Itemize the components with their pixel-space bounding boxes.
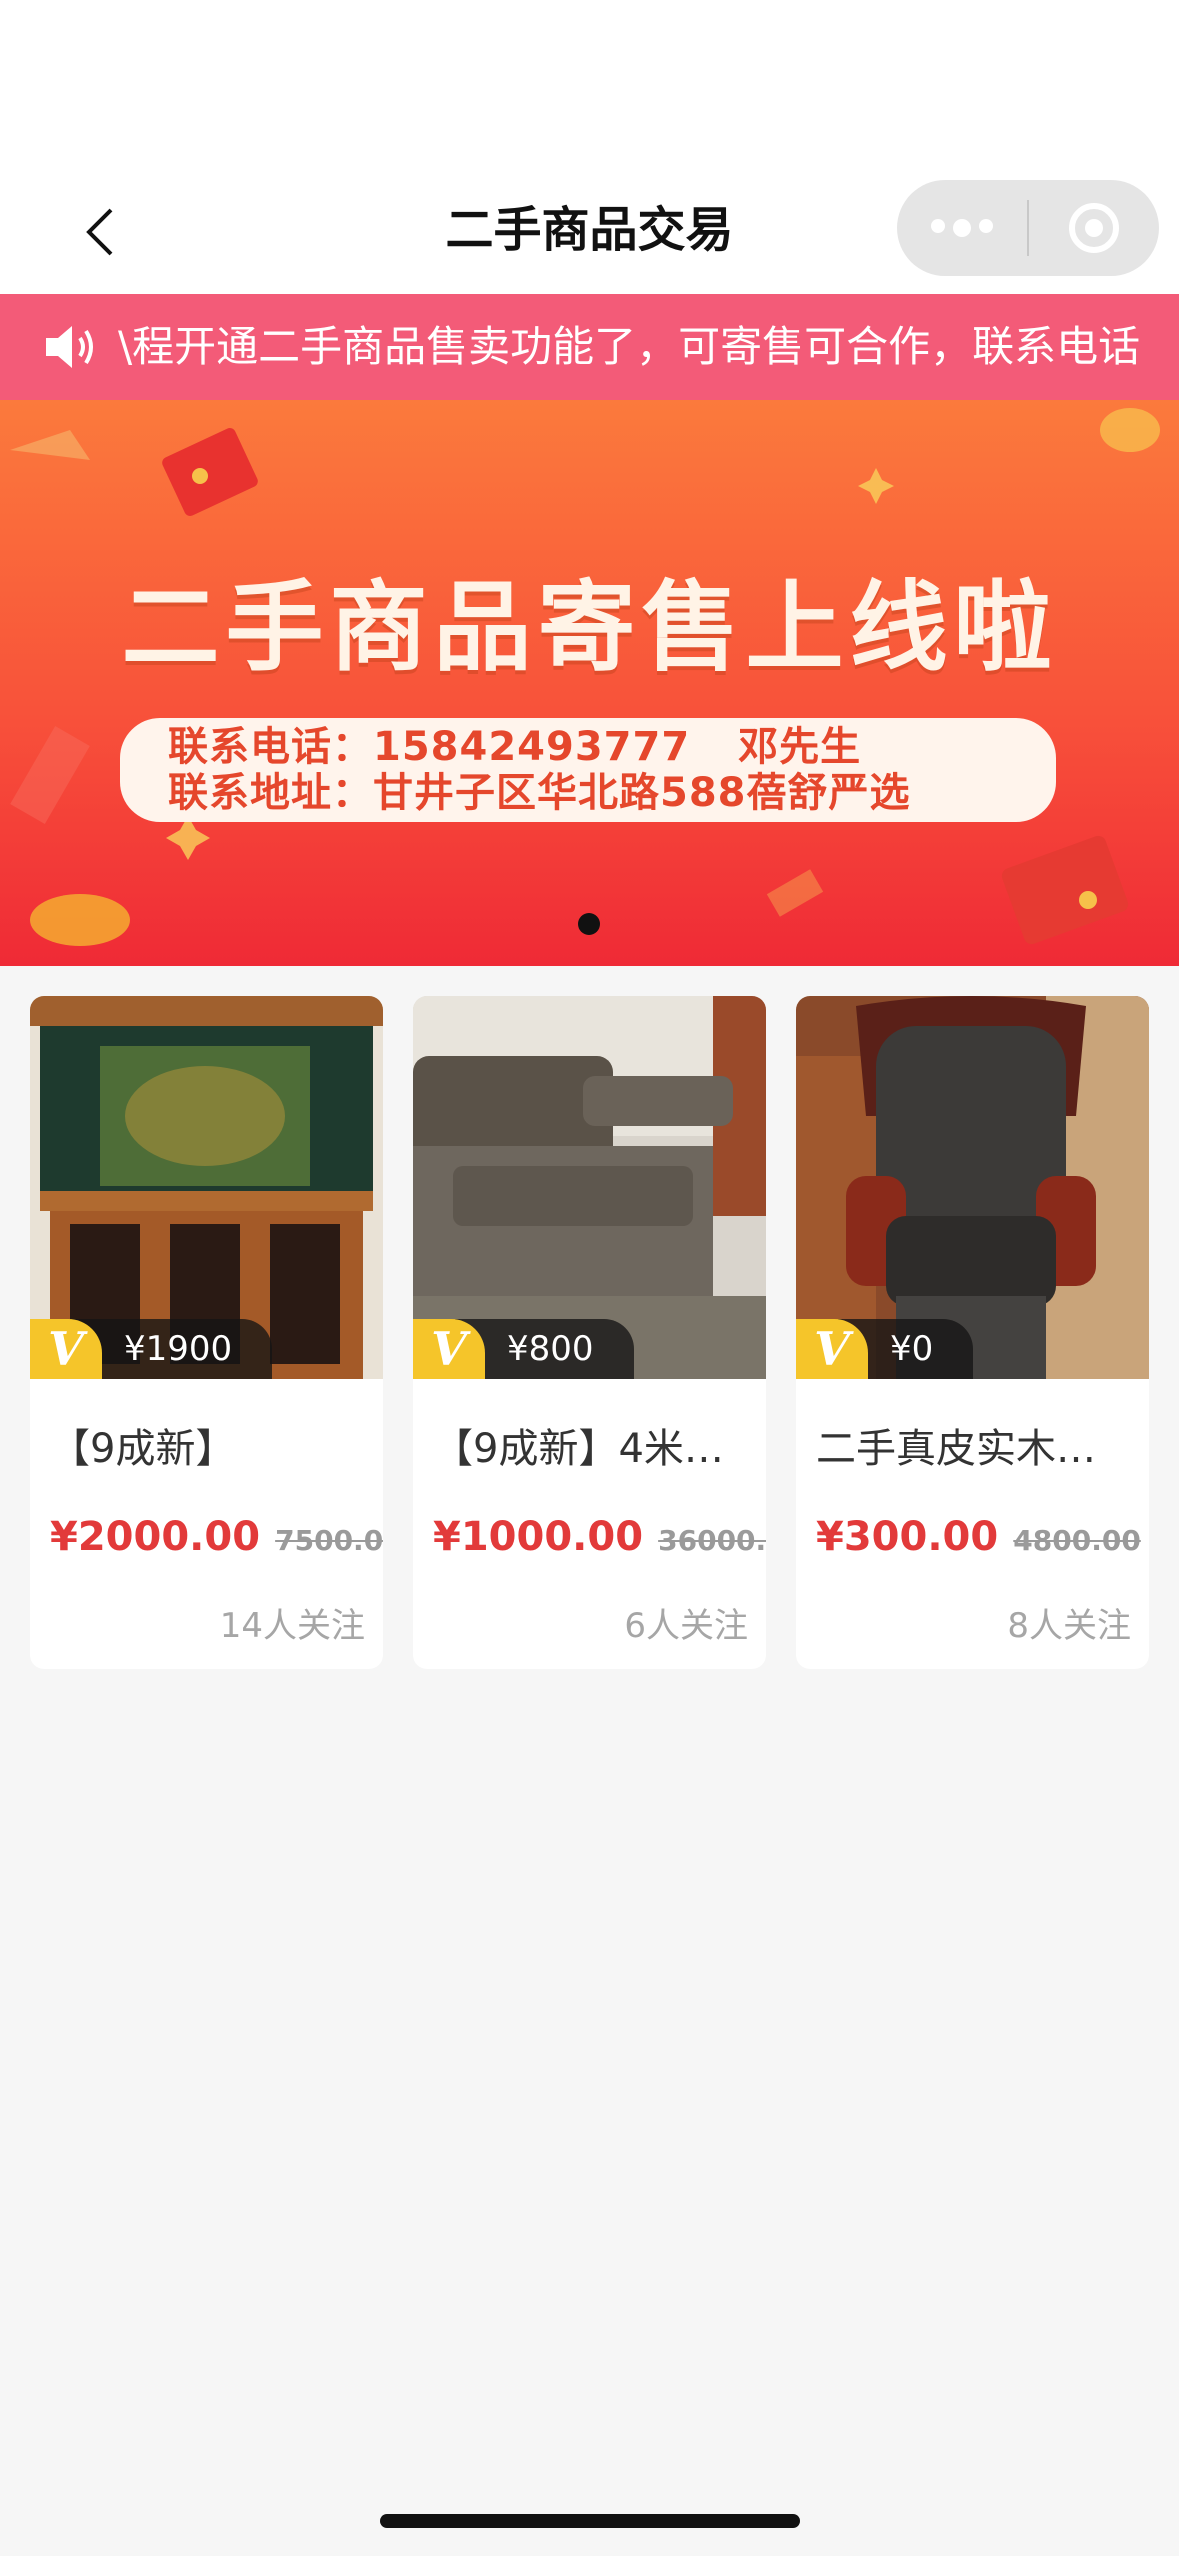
- vip-icon: V: [30, 1319, 102, 1379]
- product-price: ¥300.00: [816, 1514, 999, 1560]
- product-price: ¥2000.00: [50, 1514, 261, 1560]
- product-card[interactable]: V ¥800 【9成新】4米… ¥1000.00 36000.00 6人关注: [413, 996, 766, 1669]
- product-prices: ¥1000.00 36000.00: [433, 1514, 766, 1560]
- banner-contact-name: 邓先生: [738, 724, 862, 770]
- banner-title: 二手商品寄售上线啦: [121, 571, 1058, 685]
- product-image-aquarium: V ¥1900: [30, 996, 383, 1379]
- product-title: 二手真皮实木…: [816, 1426, 1096, 1472]
- vip-price-tag: V ¥1900: [30, 1319, 273, 1379]
- product-original-price: 7500.00: [275, 1524, 383, 1557]
- banner-address: 联系地址：甘井子区华北路588蓓舒严选: [168, 770, 911, 816]
- more-icon: [931, 219, 993, 237]
- product-image-leather-chair: V ¥0: [796, 996, 1149, 1379]
- product-title: 【9成新】: [50, 1426, 236, 1472]
- notice-text: \程开通二手商品售卖功能了，可寄售可合作，联系电话: [118, 322, 1141, 371]
- vip-price-tag: V ¥800: [413, 1319, 634, 1379]
- carousel-indicator[interactable]: [578, 913, 600, 935]
- product-grid: V ¥1900 【9成新】 ¥2000.00 7500.00 14人关注: [30, 996, 1150, 1669]
- home-indicator[interactable]: [380, 2514, 800, 2528]
- product-card[interactable]: V ¥0 二手真皮实木… ¥300.00 4800.00 8人关注: [796, 996, 1149, 1669]
- banner-phone: 联系电话：15842493777: [168, 724, 691, 770]
- mini-program-capsule: [897, 180, 1159, 276]
- target-icon: [1069, 203, 1119, 253]
- product-followers: 8人关注: [1007, 1606, 1131, 1646]
- vip-icon: V: [796, 1319, 868, 1379]
- product-followers: 14人关注: [219, 1606, 365, 1646]
- vip-price-tag: V ¥0: [796, 1319, 974, 1379]
- banner[interactable]: 二手商品寄售上线啦 联系电话：15842493777 邓先生 联系地址：甘井子区华…: [0, 400, 1179, 966]
- close-mini-program-button[interactable]: [1029, 180, 1159, 276]
- notice-bar[interactable]: \程开通二手商品售卖功能了，可寄售可合作，联系电话: [0, 294, 1179, 400]
- product-original-price: 4800.00: [1013, 1524, 1141, 1557]
- product-price: ¥1000.00: [433, 1514, 644, 1560]
- product-card[interactable]: V ¥1900 【9成新】 ¥2000.00 7500.00 14人关注: [30, 996, 383, 1669]
- product-prices: ¥300.00 4800.00: [816, 1514, 1141, 1560]
- banner-contact-card: 联系电话：15842493777 邓先生 联系地址：甘井子区华北路588蓓舒严选: [120, 718, 1056, 822]
- banner-phone-line: 联系电话：15842493777 邓先生: [168, 724, 1056, 770]
- product-title: 【9成新】4米…: [433, 1426, 724, 1472]
- product-prices: ¥2000.00 7500.00: [50, 1514, 383, 1560]
- navigation-bar: 二手商品交易: [0, 170, 1179, 294]
- product-image-sofa: V ¥800: [413, 996, 766, 1379]
- vip-icon: V: [413, 1319, 485, 1379]
- speaker-icon: [46, 326, 93, 368]
- vip-price: ¥1900: [72, 1319, 273, 1379]
- product-followers: 6人关注: [624, 1606, 748, 1646]
- product-original-price: 36000.00: [658, 1524, 766, 1557]
- status-bar: [0, 0, 1179, 170]
- more-button[interactable]: [897, 180, 1027, 276]
